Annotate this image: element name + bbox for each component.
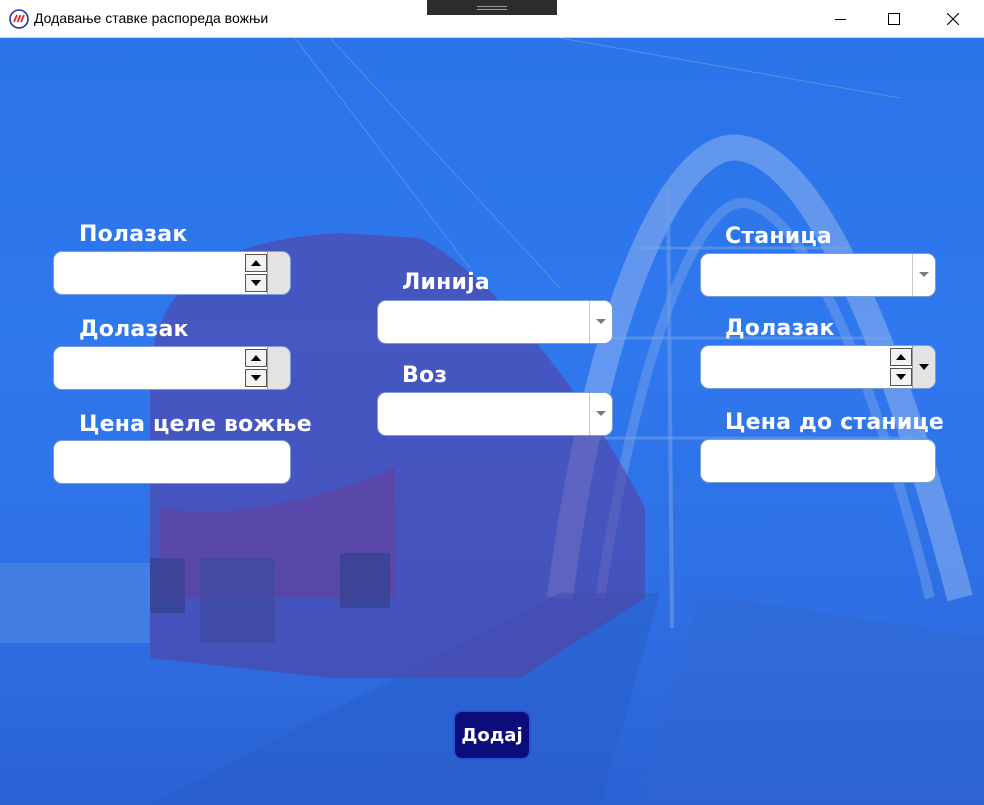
form-area: Полазак Долазак Цена целе вожње Линија В… [0,38,984,805]
departure-dropdown-edge[interactable] [267,252,290,294]
station-price-label: Цена до станице [725,410,945,435]
arrival-time-picker[interactable] [53,346,291,390]
train-combobox[interactable] [377,392,613,436]
spin-down-button[interactable] [245,274,267,292]
minimize-button[interactable] [818,0,864,37]
train-label: Воз [402,363,448,388]
arrow-up-icon [251,260,261,266]
arrival-label: Долазак [79,317,189,342]
spin-down-button[interactable] [245,369,267,387]
minimize-icon [835,18,846,20]
arrow-down-icon [896,374,906,380]
station-combobox[interactable] [700,253,936,297]
station-arrival-spinner[interactable] [890,348,912,386]
chevron-down-icon [596,319,606,324]
arrow-up-icon [896,354,906,360]
chevron-down-icon [596,411,606,416]
add-button[interactable]: Додај [453,710,531,760]
maximize-icon [888,12,900,25]
snap-drag-handle[interactable] [427,0,557,15]
arrow-down-icon [251,375,261,381]
station-arrival-dropdown-button[interactable] [912,346,935,388]
arrival-spinner[interactable] [245,349,267,387]
station-price-input[interactable] [700,439,936,483]
spin-up-button[interactable] [245,349,267,367]
serbian-railways-logo-icon [9,9,29,29]
chevron-down-icon [919,272,929,277]
station-dropdown-button[interactable] [912,254,935,296]
full-price-label: Цена целе вожње [79,412,312,437]
departure-label: Полазак [79,222,188,247]
line-dropdown-button[interactable] [589,301,612,343]
station-arrival-time-picker[interactable] [700,345,936,389]
departure-time-picker[interactable] [53,251,291,295]
station-arrival-label: Долазак [725,316,835,341]
maximize-button[interactable] [871,0,917,37]
arrow-down-icon [251,280,261,286]
departure-spinner[interactable] [245,254,267,292]
chevron-down-icon [919,364,929,370]
arrival-dropdown-edge[interactable] [267,347,290,389]
line-combobox[interactable] [377,300,613,344]
spin-up-button[interactable] [245,254,267,272]
arrow-up-icon [251,355,261,361]
line-label: Линија [402,270,490,295]
close-icon [947,12,959,25]
spin-up-button[interactable] [890,348,912,366]
close-button[interactable] [930,0,976,37]
spin-down-button[interactable] [890,368,912,386]
window-title: Додавање ставке распореда вожњи [34,10,269,26]
train-dropdown-button[interactable] [589,393,612,435]
title-bar[interactable]: Додавање ставке распореда вожњи [0,0,984,38]
full-price-input[interactable] [53,440,291,484]
station-label: Станица [725,224,832,249]
